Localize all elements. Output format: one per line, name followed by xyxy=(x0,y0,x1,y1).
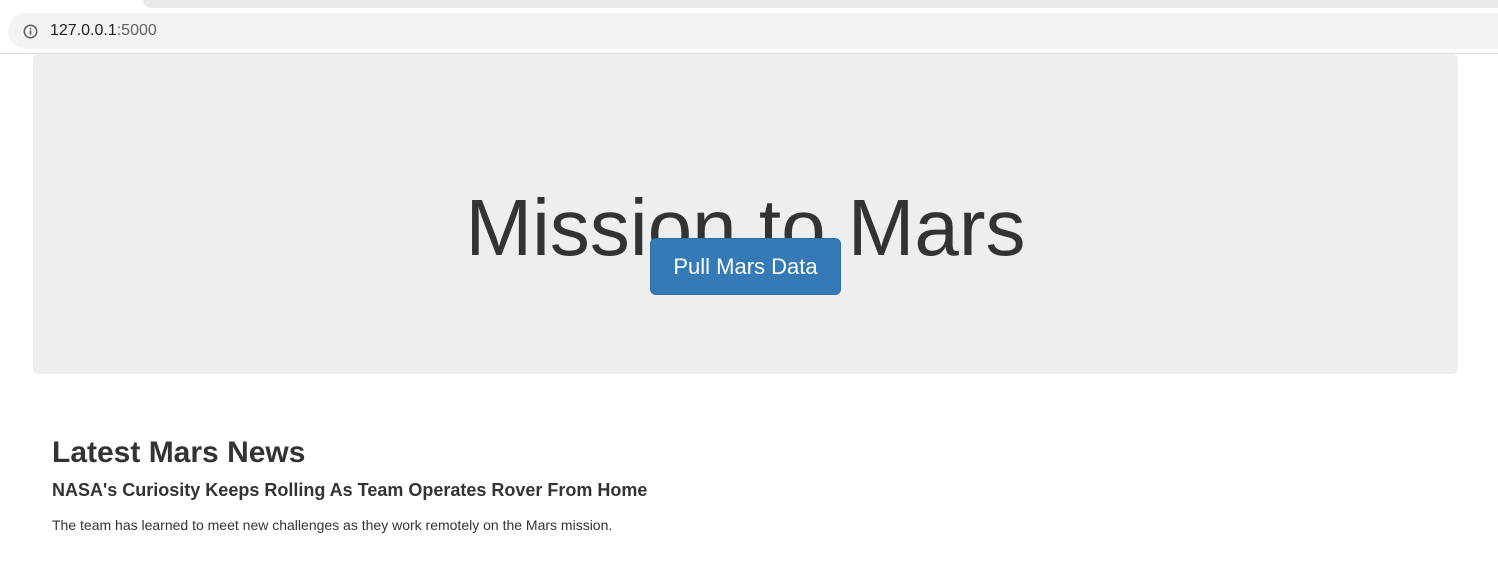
jumbotron: Mission to Mars Pull Mars Data xyxy=(33,54,1458,374)
info-icon[interactable] xyxy=(23,24,38,39)
news-teaser: The team has learned to meet new challen… xyxy=(52,517,613,533)
news-section-heading: Latest Mars News xyxy=(52,436,306,469)
url-host: 127.0.0.1 xyxy=(50,22,117,39)
news-title: NASA's Curiosity Keeps Rolling As Team O… xyxy=(52,480,648,500)
url-text[interactable]: 127.0.0.1:5000 xyxy=(50,22,157,40)
tab-strip xyxy=(143,0,1498,8)
pull-mars-data-button[interactable]: Pull Mars Data xyxy=(650,238,841,295)
address-bar[interactable]: 127.0.0.1:5000 xyxy=(8,13,1498,49)
url-port: :5000 xyxy=(116,22,157,39)
